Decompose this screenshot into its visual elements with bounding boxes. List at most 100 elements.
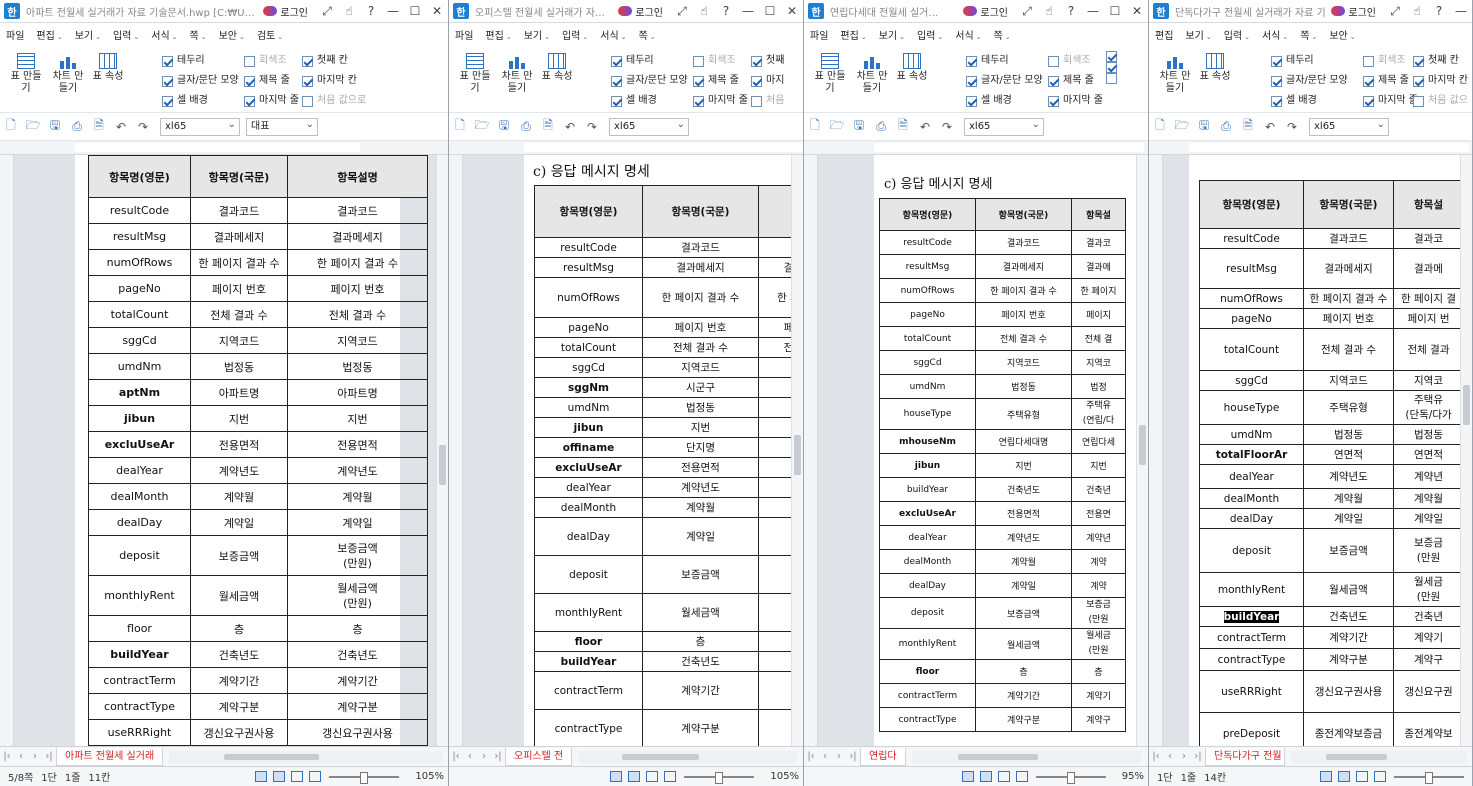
vertical-scrollbar[interactable]	[791, 155, 803, 746]
table-cell[interactable]: useRRRight	[88, 719, 191, 746]
table-cell[interactable]	[758, 555, 791, 594]
tab-nav-first-icon[interactable]: |‹	[1149, 751, 1163, 762]
table-cell[interactable]: 한 페이지 결	[1393, 288, 1460, 309]
table-cell[interactable]: sggCd	[534, 357, 643, 378]
table-cell[interactable]: 보증금 (만원	[1393, 528, 1460, 573]
tab-nav-last-icon[interactable]: ›|	[846, 751, 860, 762]
table-cell[interactable]: sggCd	[879, 350, 976, 375]
horizontal-scrollbar[interactable]	[911, 750, 1142, 763]
open-folder-icon[interactable]: 🗁	[22, 116, 44, 137]
table-cell[interactable]: 계약구분	[642, 709, 759, 746]
table-cell[interactable]: contractType	[88, 693, 191, 720]
open-folder-icon[interactable]: 🗁	[826, 116, 848, 137]
table-style-checkbox[interactable]: 셀 배경	[162, 91, 239, 111]
document-tab[interactable]: 연립다	[860, 747, 906, 766]
ribbon-button[interactable]: 표 속성	[894, 49, 930, 83]
table-cell[interactable]: dealMonth	[88, 483, 191, 510]
table-cell[interactable]: contractType	[879, 707, 976, 732]
table-cell[interactable]: 층	[642, 631, 759, 652]
table-cell[interactable]: 연립다세	[1071, 429, 1126, 454]
table-cell[interactable]: 법정동	[975, 374, 1072, 399]
table-cell[interactable]: excluUseAr	[879, 501, 976, 526]
table-cell[interactable]: 계약년	[1393, 464, 1460, 489]
scroll-thumb[interactable]	[1139, 425, 1146, 465]
help-icon[interactable]: ?	[715, 4, 737, 19]
table-style-checkbox[interactable]: 회색조	[693, 51, 748, 71]
print-icon[interactable]: ⎙	[66, 119, 88, 134]
table-cell[interactable]: 지역코드	[975, 350, 1072, 375]
touch-icon[interactable]: ☝	[338, 4, 360, 19]
table-cell[interactable]: deposit	[88, 535, 191, 576]
view-web-icon[interactable]	[997, 771, 1010, 782]
table-cell[interactable]: dealMonth	[879, 549, 976, 574]
table-cell[interactable]: numOfRows	[879, 278, 976, 303]
table-cell[interactable]: 계약월	[1393, 488, 1460, 509]
save-icon[interactable]: 🖫	[848, 116, 870, 137]
table-cell[interactable]: 페이지	[1071, 302, 1126, 327]
table-style-checkbox[interactable]: 마지막 줄	[1048, 91, 1103, 111]
view-page-icon[interactable]	[628, 771, 641, 782]
table-style-checkbox[interactable]	[1106, 62, 1121, 73]
table-cell[interactable]: 페	[758, 317, 791, 338]
table-style-checkbox[interactable]	[1106, 51, 1121, 62]
table-cell[interactable]: houseType	[1199, 390, 1304, 425]
new-document-icon[interactable]: 🗋	[449, 116, 471, 137]
table-cell[interactable]: 연립다세대명	[975, 429, 1072, 454]
table-style-checkbox[interactable]: 테두리	[966, 51, 1043, 71]
menu-item[interactable]: 보안 ⌄	[213, 27, 251, 42]
table-cell[interactable]: 계약기간	[975, 683, 1072, 708]
table-cell[interactable]: 전체 결과 수	[642, 337, 759, 358]
expand-icon[interactable]: ⤢	[1384, 4, 1406, 19]
table-cell[interactable]: excluUseAr	[88, 431, 191, 458]
table-cell[interactable]	[758, 651, 791, 672]
table-cell[interactable]: 전체 결	[1071, 326, 1126, 351]
table-cell[interactable]: 단지명	[642, 437, 759, 458]
table-cell[interactable]: 층	[190, 615, 288, 642]
menu-item[interactable]: 서식 ⌄	[1256, 27, 1294, 42]
table-cell[interactable]: 한 페이지 결과 수	[642, 277, 759, 318]
table-cell[interactable]: contractTerm	[88, 667, 191, 694]
preview-icon[interactable]: 🗎	[1237, 116, 1259, 137]
save-icon[interactable]: 🖫	[1193, 116, 1215, 137]
table-cell[interactable]: 페이지 번호	[642, 317, 759, 338]
table-cell[interactable]: floor	[879, 659, 976, 684]
table-cell[interactable]	[758, 477, 791, 498]
tab-nav-last-icon[interactable]: ›|	[491, 751, 505, 762]
table-cell[interactable]: 결과메세지	[190, 223, 288, 250]
table-cell[interactable]: 보증금액	[190, 535, 288, 576]
table-style-checkbox[interactable]: 제목 줄	[693, 71, 748, 91]
document-tab[interactable]: 아파트 전월세 실거래	[56, 747, 164, 766]
table-style-checkbox[interactable]: 제목 줄	[1048, 71, 1103, 91]
table-cell[interactable]: 보증금액	[642, 555, 759, 594]
table-cell[interactable]: 주택유 (연립/다	[1071, 398, 1126, 430]
help-icon[interactable]: ?	[1060, 4, 1082, 19]
table-cell[interactable]: 보증금액 (만원)	[287, 535, 428, 576]
zoom-level[interactable]: 95%	[1122, 771, 1144, 782]
touch-icon[interactable]: ☝	[1406, 4, 1428, 19]
table-cell[interactable]: 결과코드	[1303, 228, 1394, 249]
menu-item[interactable]: 편집 ⌄	[30, 27, 68, 42]
vertical-scrollbar[interactable]	[436, 155, 448, 746]
table-style-checkbox[interactable]: 마지막 줄	[1363, 91, 1418, 111]
preview-icon[interactable]: 🗎	[892, 116, 914, 137]
table-cell[interactable]: deposit	[1199, 528, 1304, 573]
table-cell[interactable]: 계약년	[1071, 525, 1126, 550]
table-style-checkbox[interactable]: 첫째 칸	[302, 51, 366, 71]
table-cell[interactable]	[758, 437, 791, 458]
table-cell[interactable]: 결과메세지	[1303, 248, 1394, 289]
table-cell[interactable]: contractType	[1199, 648, 1304, 671]
table-cell[interactable]	[758, 631, 791, 652]
document-tab[interactable]: 단독다가구 전월	[1205, 747, 1285, 766]
scroll-thumb[interactable]	[794, 435, 801, 475]
table-cell[interactable]	[758, 497, 791, 518]
save-icon[interactable]: 🖫	[493, 116, 515, 137]
table-cell[interactable]: 계약일	[1393, 508, 1460, 529]
table-cell[interactable]: 계약일	[190, 509, 288, 536]
table-style-checkbox[interactable]: 테두리	[611, 51, 688, 71]
ribbon-button[interactable]: 표 만들기	[8, 49, 44, 95]
tab-nav-next-icon[interactable]: ›	[28, 751, 42, 762]
zoom-slider[interactable]	[684, 771, 755, 784]
view-web-icon[interactable]	[646, 771, 659, 782]
horizontal-scrollbar[interactable]	[1291, 750, 1466, 763]
table-cell[interactable]	[758, 377, 791, 398]
